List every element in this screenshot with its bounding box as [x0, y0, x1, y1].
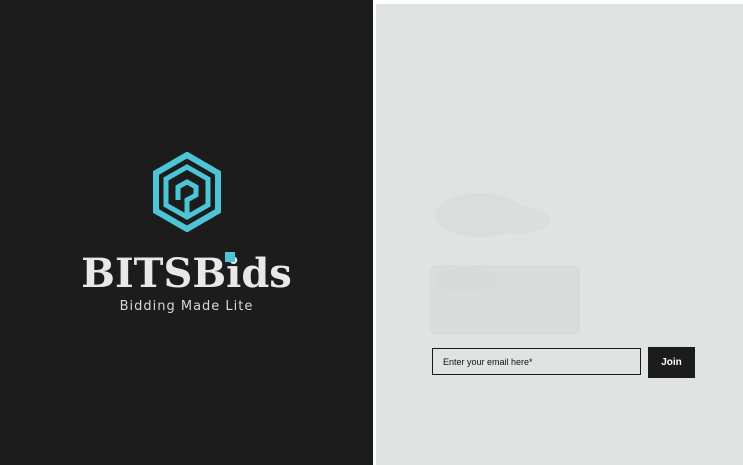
faded-illustration [430, 193, 580, 335]
brand-accent-dot [225, 252, 235, 262]
email-input[interactable] [432, 348, 641, 375]
landing-page: BITSBids Bidding Made Lite Join [0, 0, 743, 465]
brand-tagline: Bidding Made Lite [119, 299, 254, 314]
brand-panel: BITSBids Bidding Made Lite [0, 0, 373, 465]
brand-name: BITSBids [81, 250, 292, 297]
join-button[interactable]: Join [648, 347, 695, 378]
hexagon-spiral-icon [153, 152, 221, 232]
